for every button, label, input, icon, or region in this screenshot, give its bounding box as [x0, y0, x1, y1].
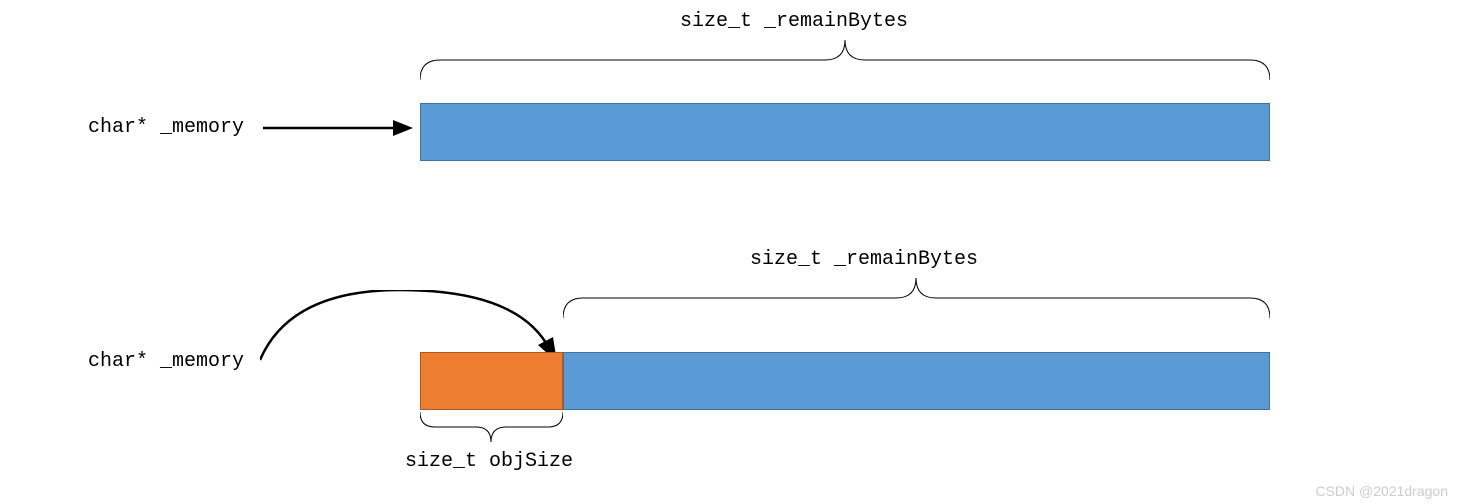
obj-label: size_t objSize: [405, 450, 573, 473]
memory-bar-1: [420, 103, 1270, 161]
pointer-label-2: char* _memory: [88, 350, 244, 373]
memory-bar-2: [420, 352, 1270, 410]
brace-bottom-obj: [420, 412, 563, 442]
remain-segment-2: [563, 352, 1270, 410]
pointer-label-1: char* _memory: [88, 116, 244, 139]
brace-label-2: size_t _remainBytes: [750, 248, 978, 271]
brace-top-1: [420, 40, 1270, 80]
arrow-1: [263, 115, 413, 145]
obj-segment: [420, 352, 563, 410]
watermark: CSDN @2021dragon: [1315, 483, 1448, 499]
brace-label-1: size_t _remainBytes: [680, 10, 908, 33]
remain-segment-1: [420, 103, 1270, 161]
brace-top-2: [563, 278, 1270, 318]
